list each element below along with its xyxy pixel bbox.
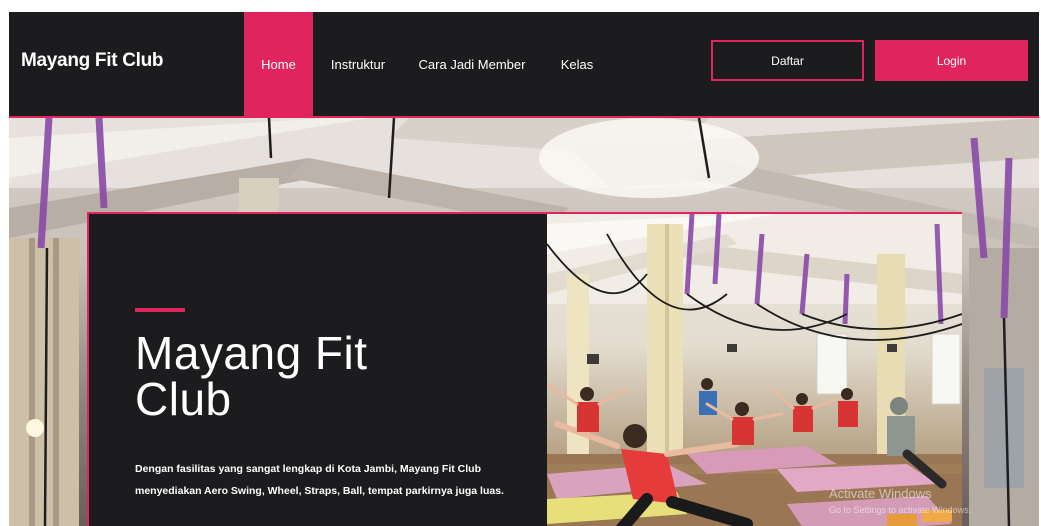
nav-item-cara-jadi-member[interactable]: Cara Jadi Member <box>407 12 537 116</box>
nav-item-instruktur[interactable]: Instruktur <box>321 12 395 116</box>
nav-item-kelas[interactable]: Kelas <box>549 12 605 116</box>
nav-item-home[interactable]: Home <box>244 12 313 116</box>
nav-item-label: Kelas <box>560 56 594 72</box>
yoga-class-photo <box>547 214 962 526</box>
title-accent-bar <box>135 308 185 312</box>
activate-windows-watermark: Activate Windows Go to Settings to activ… <box>829 486 971 518</box>
watermark-title: Activate Windows <box>829 486 932 501</box>
hero-description: Dengan fasilitas yang sangat lengkap di … <box>135 458 535 502</box>
nav-item-label: Home <box>261 56 296 72</box>
nav-item-label: Cara Jadi Member <box>418 56 526 72</box>
page-frame: Mayang Fit Club Home Instruktur Cara Jad… <box>9 12 1039 526</box>
register-button[interactable]: Daftar <box>711 40 864 81</box>
nav-item-label: Instruktur <box>330 56 386 72</box>
watermark-subtitle: Go to Settings to activate Windows. <box>829 505 972 515</box>
login-button[interactable]: Login <box>875 40 1028 81</box>
hero-text-panel: Mayang Fit Club Dengan fasilitas yang sa… <box>89 214 547 526</box>
hero-title-line-2: Club <box>135 373 232 425</box>
hero-title: Mayang Fit Club <box>135 330 535 422</box>
yoga-class-illustration <box>547 214 962 526</box>
top-navbar: Mayang Fit Club Home Instruktur Cara Jad… <box>9 12 1039 116</box>
hero-title-line-1: Mayang Fit <box>135 327 368 379</box>
hero-description-line-2: menyediakan Aero Swing, Wheel, Straps, B… <box>135 485 504 497</box>
hero-description-line-1: Dengan fasilitas yang sangat lengkap di … <box>135 463 481 475</box>
hero-card: Mayang Fit Club Dengan fasilitas yang sa… <box>87 212 962 526</box>
brand-logo[interactable]: Mayang Fit Club <box>21 50 164 72</box>
